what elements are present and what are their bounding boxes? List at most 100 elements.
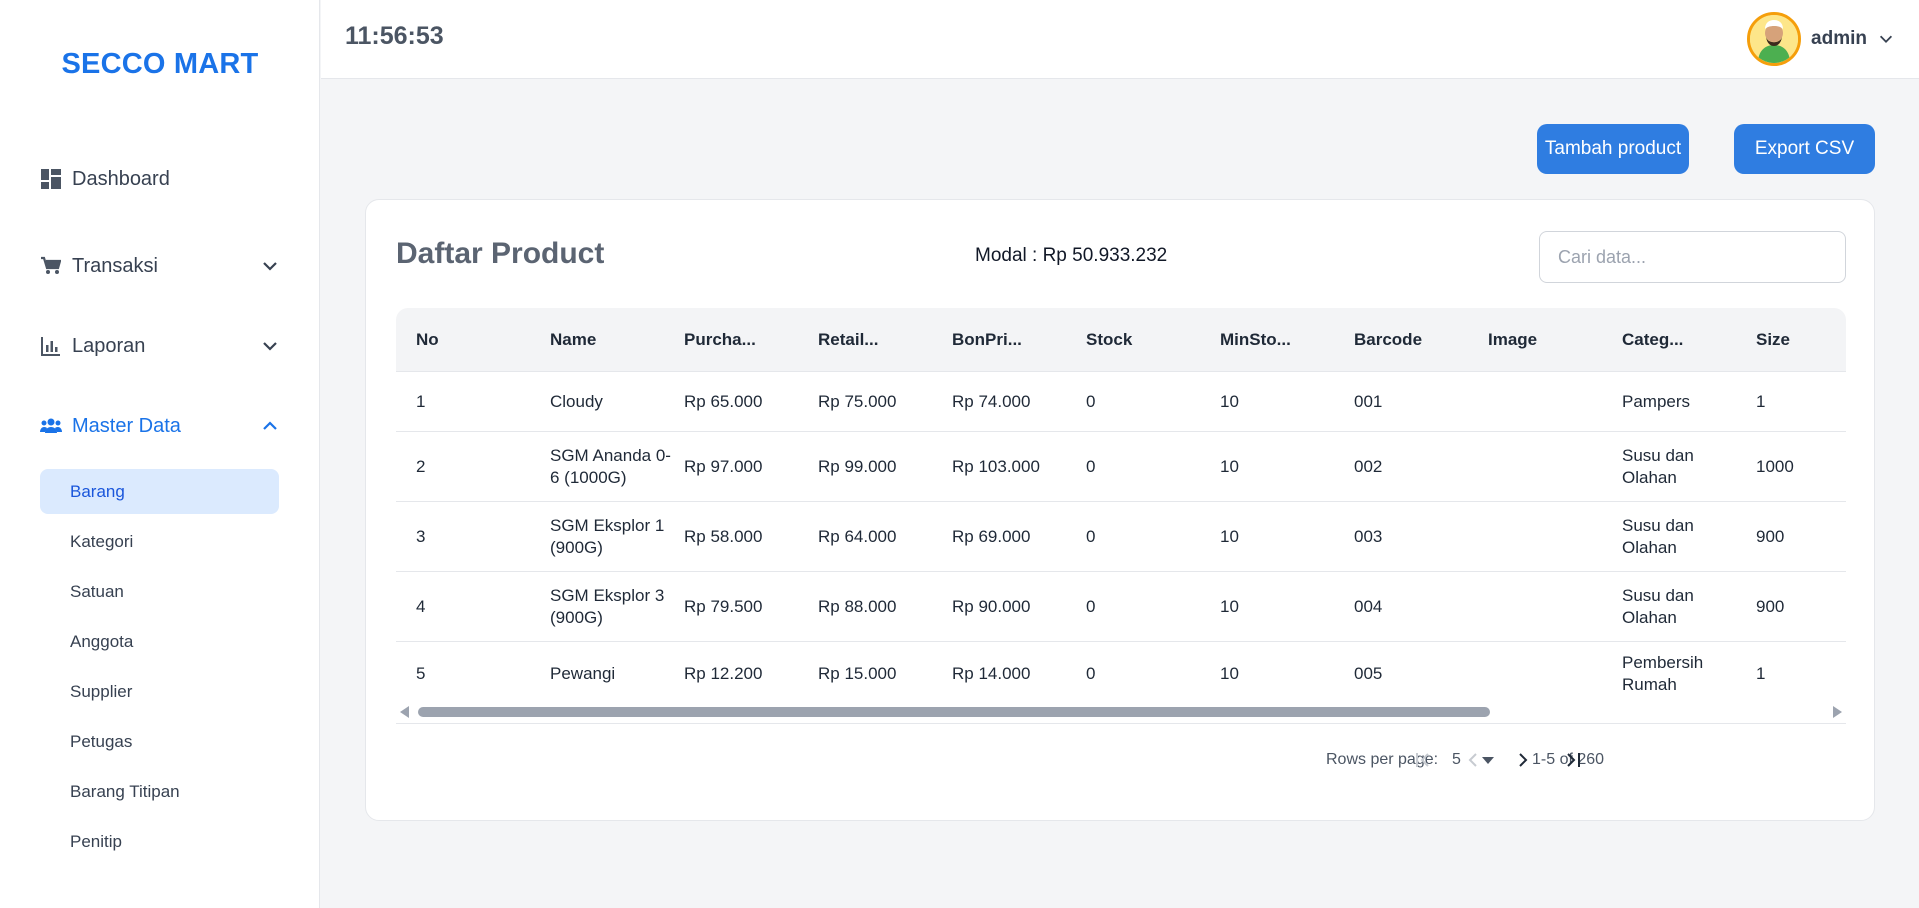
column-header[interactable]: No — [416, 308, 439, 372]
chevron-left-icon — [1468, 753, 1477, 767]
table-cell: 005 — [1354, 664, 1383, 683]
table-cell: 900 — [1756, 596, 1785, 616]
users-icon — [40, 415, 62, 437]
sidebar-subitem-supplier[interactable]: Supplier — [40, 669, 279, 714]
table-cell: 004 — [1354, 596, 1383, 616]
sidebar-item-laporan[interactable]: Laporan — [40, 326, 280, 366]
chevron-up-icon — [263, 421, 277, 430]
column-header[interactable]: Image — [1488, 308, 1537, 372]
table-cell: 1 — [1756, 391, 1766, 411]
dashboard-icon — [40, 168, 62, 190]
sidebar-subitem-satuan[interactable]: Satuan — [40, 569, 279, 614]
column-header[interactable]: Purcha... — [684, 308, 756, 372]
last-page-button[interactable] — [1558, 745, 1588, 775]
sidebar-subitem-barang-titipan[interactable]: Barang Titipan — [40, 769, 279, 814]
table-cell: 2 — [416, 456, 426, 476]
table-cell: 3 — [416, 526, 426, 546]
sidebar-subitem-barang[interactable]: Barang — [40, 469, 279, 514]
table-row[interactable]: 4 SGM Eksplor 3 (900G) Rp 79.500 Rp 88.000 R… — [396, 572, 1846, 642]
chevron-right-icon — [1519, 753, 1528, 767]
table-cell: Rp 15.000 — [818, 664, 897, 683]
product-card: Daftar Product Modal : Rp 50.933.232 NoN… — [365, 199, 1875, 821]
column-header[interactable]: Categ... — [1622, 308, 1683, 372]
column-header[interactable]: Stock — [1086, 308, 1132, 372]
sidebar: SECCO MART Dashboard Transaksi Laporan M… — [0, 0, 320, 908]
last-page-icon — [1567, 753, 1580, 767]
chart-icon — [40, 335, 62, 357]
modal-total: Modal : Rp 50.933.232 — [975, 245, 1168, 266]
chevron-down-icon — [263, 342, 277, 351]
search-input[interactable] — [1539, 231, 1846, 283]
table-row[interactable]: 3 SGM Eksplor 1 (900G) Rp 58.000 Rp 64.000 R… — [396, 502, 1846, 572]
sidebar-subitem-petugas[interactable]: Petugas — [40, 719, 279, 764]
sidebar-subitem-kategori[interactable]: Kategori — [40, 519, 279, 564]
table-row[interactable]: 5 Pewangi Rp 12.200 Rp 15.000 Rp 14.000 0 10 00… — [396, 642, 1846, 706]
sidebar-item-label: Transaksi — [72, 254, 158, 277]
table-cell: 10 — [1220, 391, 1239, 411]
avatar — [1747, 12, 1802, 66]
sidebar-item-master-data[interactable]: Master Data — [40, 406, 280, 446]
table-cell: 10 — [1220, 664, 1239, 683]
sidebar-item-label: Master Data — [72, 414, 181, 437]
export-csv-button[interactable]: Export CSV — [1734, 124, 1875, 174]
username: admin — [1811, 28, 1867, 49]
table-cell: 4 — [416, 596, 426, 616]
table-cell: Rp 64.000 — [818, 526, 897, 546]
table-cell: 0 — [1086, 456, 1096, 476]
table-cell: Rp 75.000 — [818, 391, 897, 411]
column-header[interactable]: MinSto... — [1220, 308, 1291, 372]
table-row[interactable]: 2 SGM Ananda 0-6 (1000G) Rp 97.000 Rp 99.00… — [396, 432, 1846, 502]
scroll-left-icon[interactable] — [400, 706, 409, 718]
table-cell: 0 — [1086, 664, 1096, 683]
column-header[interactable]: Size — [1756, 308, 1790, 372]
sidebar-subitem-penitip[interactable]: Penitip — [40, 819, 279, 864]
table-cell: Rp 74.000 — [952, 391, 1031, 411]
table-cell: SGM Ananda 0-6 (1000G) — [550, 445, 671, 487]
scroll-right-icon[interactable] — [1833, 706, 1842, 718]
brand-logo[interactable]: SECCO MART — [0, 48, 320, 81]
product-table: No Name Purcha... Retail... BonPri... Stock Mi… — [396, 308, 1846, 706]
table-cell: Pewangi — [550, 664, 616, 683]
horizontal-scrollbar[interactable] — [396, 700, 1846, 724]
table-cell: 1 — [1756, 664, 1766, 683]
table-cell: Rp 65.000 — [684, 391, 763, 411]
column-header[interactable]: Retail... — [818, 308, 878, 372]
sidebar-item-transaksi[interactable]: Transaksi — [40, 246, 280, 286]
user-menu[interactable]: admin — [1747, 11, 1895, 67]
sidebar-item-dashboard[interactable]: Dashboard — [40, 159, 280, 199]
clock: 11:56:53 — [345, 22, 444, 50]
table-cell: Rp 90.000 — [952, 596, 1031, 616]
table-cell — [1488, 642, 1613, 706]
table-cell: SGM Eksplor 1 (900G) — [550, 515, 665, 557]
table-cell: Rp 88.000 — [818, 596, 897, 616]
table-row[interactable]: 1 Cloudy Rp 65.000 Rp 75.000 Rp 74.000 0 10 001… — [396, 372, 1846, 432]
table-cell: 0 — [1086, 391, 1096, 411]
column-header[interactable]: Name — [550, 308, 596, 372]
next-page-button[interactable] — [1508, 745, 1538, 775]
table-cell — [1488, 432, 1613, 501]
table-cell: 900 — [1756, 526, 1785, 546]
column-header[interactable]: BonPri... — [952, 308, 1022, 372]
table-cell: 10 — [1220, 526, 1239, 546]
table-cell: Pampers — [1622, 391, 1691, 411]
table-cell — [1488, 372, 1613, 431]
table-cell: Susu dan Olahan — [1622, 585, 1694, 627]
table-cell: Pembersih Rumah — [1622, 653, 1704, 694]
table-cell: 003 — [1354, 526, 1383, 546]
column-header[interactable]: Barcode — [1354, 308, 1422, 372]
sidebar-subitem-anggota[interactable]: Anggota — [40, 619, 279, 664]
scrollbar-thumb[interactable] — [418, 707, 1490, 717]
table-cell: Rp 99.000 — [818, 456, 897, 476]
first-page-button[interactable] — [1408, 745, 1438, 775]
add-product-button[interactable]: Tambah product — [1537, 124, 1689, 174]
table-cell: Rp 97.000 — [684, 456, 763, 476]
table-cell: Susu dan Olahan — [1622, 515, 1694, 557]
table-cell: 002 — [1354, 456, 1383, 476]
table-cell: Susu dan Olahan — [1622, 445, 1694, 487]
previous-page-button[interactable] — [1458, 745, 1488, 775]
chevron-down-icon — [1879, 35, 1893, 43]
table-cell: 001 — [1354, 391, 1383, 411]
table-cell: 0 — [1086, 526, 1096, 546]
table-cell — [1488, 502, 1613, 571]
first-page-icon — [1416, 753, 1429, 767]
